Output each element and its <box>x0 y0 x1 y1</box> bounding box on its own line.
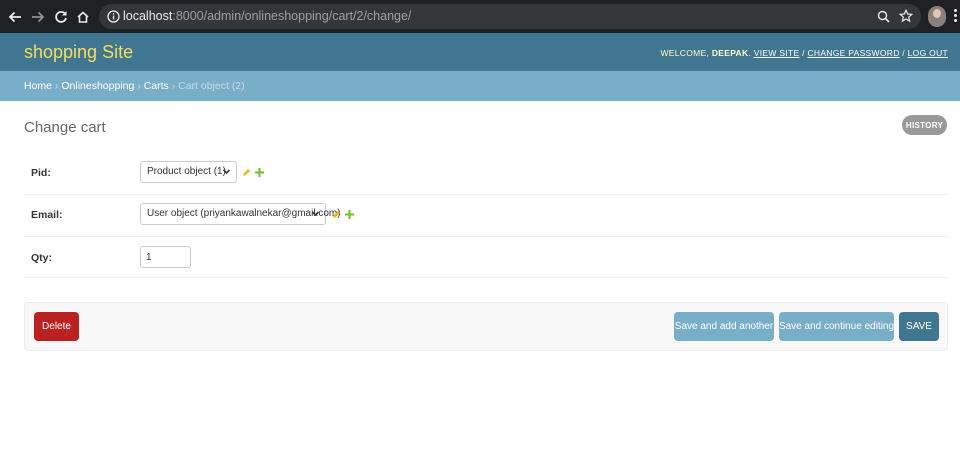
breadcrumb-model[interactable]: Carts <box>144 80 169 92</box>
home-button[interactable] <box>72 6 94 28</box>
qty-input[interactable] <box>140 246 191 268</box>
save-and-add-another-button[interactable]: Save and add another <box>674 312 774 341</box>
submit-row: Delete Save and add another Save and con… <box>24 302 948 351</box>
add-icon[interactable] <box>345 210 354 219</box>
breadcrumb-app[interactable]: Onlineshopping <box>61 80 134 92</box>
welcome-text: WELCOME, <box>660 48 710 58</box>
delete-button[interactable]: Delete <box>34 312 79 341</box>
page-title: Change cart <box>24 119 106 136</box>
email-select[interactable]: User object (priyankawalnekar@gmail.com) <box>140 203 341 225</box>
form-row-email: Email: User object (priyankawalnekar@gma… <box>24 195 948 237</box>
history-button[interactable]: HISTORY <box>902 115 947 135</box>
pencil-icon[interactable] <box>332 210 341 219</box>
site-header: shopping Site WELCOME, DEEPAK. VIEW SITE… <box>0 33 960 71</box>
info-icon[interactable] <box>107 10 120 23</box>
form-row-pid: Pid: Product object (1) <box>24 152 948 195</box>
breadcrumb: Home › Onlineshopping › Carts › Cart obj… <box>0 71 960 101</box>
save-button[interactable]: SAVE <box>899 312 939 341</box>
url-text[interactable]: localhost:8000/admin/onlineshopping/cart… <box>123 9 411 23</box>
arrow-left-icon <box>8 11 21 23</box>
home-icon <box>77 11 89 23</box>
save-and-continue-button[interactable]: Save and continue editing <box>779 312 894 341</box>
add-icon[interactable] <box>255 168 264 177</box>
url-host: localhost <box>123 9 173 23</box>
form-row-qty: Qty: <box>24 237 948 278</box>
pid-label: Pid: <box>31 167 51 179</box>
breadcrumb-current: Cart object (2) <box>178 80 245 92</box>
profile-avatar[interactable] <box>928 6 946 27</box>
pencil-icon[interactable] <box>242 168 251 177</box>
username: DEEPAK <box>711 48 749 58</box>
back-button[interactable] <box>4 6 26 28</box>
pid-selected-value: Product object (1) <box>147 166 226 177</box>
pid-select[interactable]: Product object (1) <box>140 161 237 183</box>
view-site-link[interactable]: VIEW SITE <box>754 48 800 58</box>
menu-dots-icon[interactable] <box>954 9 958 24</box>
qty-label: Qty: <box>31 252 52 264</box>
breadcrumb-home[interactable]: Home <box>24 80 52 92</box>
email-label: Email: <box>31 209 63 221</box>
browser-toolbar: localhost:8000/admin/onlineshopping/cart… <box>0 0 960 33</box>
star-icon[interactable] <box>899 9 913 23</box>
address-bar[interactable]: localhost:8000/admin/onlineshopping/cart… <box>99 4 921 29</box>
reload-icon <box>55 11 67 23</box>
reload-button[interactable] <box>50 6 72 28</box>
forward-button[interactable] <box>27 6 49 28</box>
zoom-icon[interactable] <box>877 10 890 23</box>
change-password-link[interactable]: CHANGE PASSWORD <box>807 48 899 58</box>
log-out-link[interactable]: LOG OUT <box>908 48 948 58</box>
url-path: :8000/admin/onlineshopping/cart/2/change… <box>172 9 412 23</box>
arrow-right-icon <box>32 11 45 23</box>
chevron-down-icon <box>311 211 320 217</box>
chevron-down-icon <box>222 169 231 175</box>
user-tools: WELCOME, DEEPAK. VIEW SITE / CHANGE PASS… <box>660 48 948 58</box>
site-branding[interactable]: shopping Site <box>24 42 133 63</box>
